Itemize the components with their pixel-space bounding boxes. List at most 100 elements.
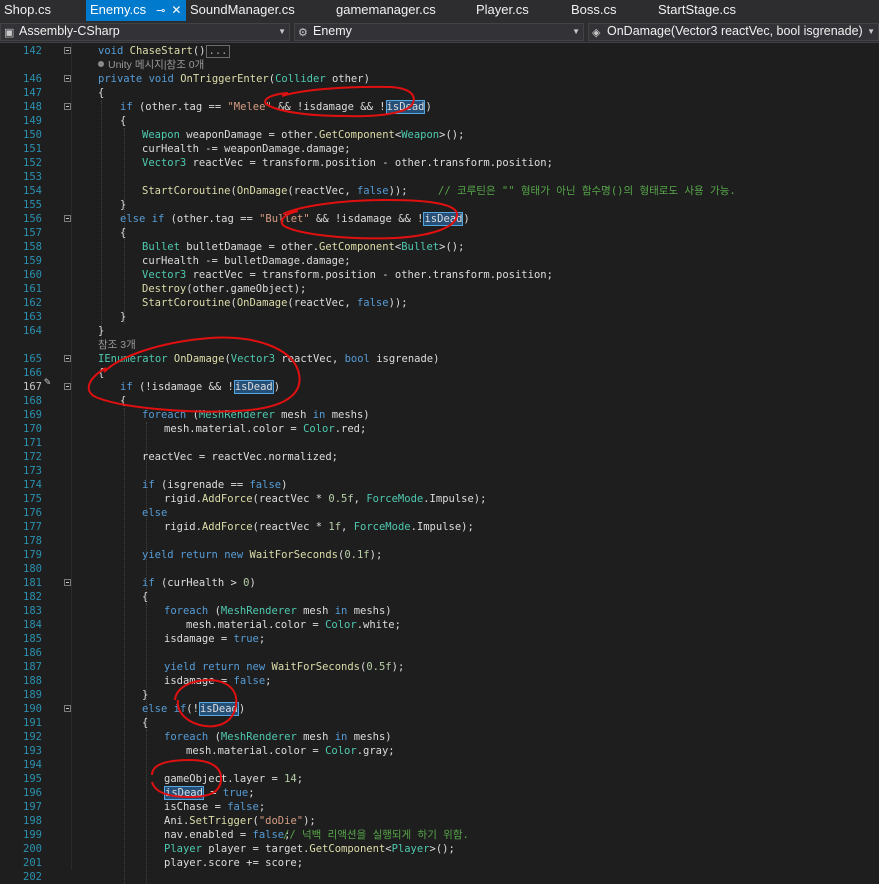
collapsed-region-ellipsis[interactable]: ...	[205, 45, 231, 58]
code-line[interactable]: isChase = false;	[164, 800, 265, 814]
code-line[interactable]: isdamage = true;	[164, 632, 265, 646]
code-line[interactable]: foreach (MeshRenderer mesh in meshs)	[164, 730, 392, 744]
code-line[interactable]: gameObject.layer = 14;	[164, 772, 303, 786]
code-line[interactable]: foreach (MeshRenderer mesh in meshs)	[142, 408, 370, 422]
collapse-toggle-icon[interactable]	[64, 355, 71, 362]
chevron-down-icon: ▼	[867, 27, 875, 36]
code-line[interactable]: Vector3 reactVec = transform.position - …	[142, 268, 553, 282]
code-line[interactable]: yield return new WaitForSeconds(0.5f);	[164, 660, 404, 674]
code-line[interactable]: curHealth -= bulletDamage.damage;	[142, 254, 351, 268]
code-line[interactable]: else	[142, 506, 167, 520]
code-line[interactable]: Weapon weaponDamage = other.GetComponent…	[142, 128, 464, 142]
collapse-toggle-icon[interactable]	[64, 579, 71, 586]
code-line[interactable]: Vector3 reactVec = transform.position - …	[142, 156, 553, 170]
member-dropdown[interactable]: ◈ OnDamage(Vector3 reactVec, bool isgren…	[588, 23, 879, 41]
code-line[interactable]: {	[120, 226, 126, 240]
edit-pencil-icon[interactable]: ✎	[44, 375, 51, 388]
line-number: 142	[23, 45, 42, 57]
collapse-toggle-icon[interactable]	[64, 215, 71, 222]
code-line[interactable]: Destroy(other.gameObject);	[142, 282, 306, 296]
code-line[interactable]: isDead = true;	[164, 786, 255, 800]
method-icon: ◈	[592, 27, 601, 39]
code-line[interactable]: {	[120, 114, 126, 128]
indent-guide	[124, 408, 125, 884]
line-number: 148	[23, 101, 42, 113]
code-line[interactable]: IEnumerator OnDamage(Vector3 reactVec, b…	[98, 352, 439, 366]
code-line[interactable]: isdamage = false;	[164, 674, 271, 688]
code-line[interactable]: curHealth -= weaponDamage.damage;	[142, 142, 351, 156]
line-number: 176	[23, 507, 42, 519]
code-line[interactable]: else if(!isDead)	[142, 702, 245, 716]
tab-gamemanager[interactable]: gamemanager.cs	[332, 0, 452, 21]
code-line[interactable]: nav.enabled = false;	[164, 828, 290, 842]
code-line[interactable]: rigid.AddForce(reactVec * 0.5f, ForceMod…	[164, 492, 486, 506]
code-line[interactable]: Ani.SetTrigger("doDie");	[164, 814, 316, 828]
line-number: 152	[23, 157, 42, 169]
tab-shop[interactable]: Shop.cs	[0, 0, 86, 21]
tab-player[interactable]: Player.cs	[472, 0, 552, 21]
collapse-toggle-icon[interactable]	[64, 47, 71, 54]
tab-startstage[interactable]: StartStage.cs	[654, 0, 764, 21]
line-number: 179	[23, 549, 42, 561]
code-line[interactable]: Bullet bulletDamage = other.GetComponent…	[142, 240, 464, 254]
code-line[interactable]: private void OnTriggerEnter(Collider oth…	[98, 72, 370, 86]
class-dropdown[interactable]: ⚙ Enemy ▼	[294, 23, 584, 41]
pin-icon[interactable]: ⊸	[156, 5, 165, 17]
code-line[interactable]: }	[120, 310, 126, 324]
project-name: Assembly-CSharp	[19, 24, 120, 38]
outlining-margin	[71, 43, 72, 870]
line-number: 192	[23, 731, 42, 743]
code-line[interactable]: Player player = target.GetComponent<Play…	[164, 842, 455, 856]
code-line[interactable]: StartCoroutine(OnDamage(reactVec, false)…	[142, 296, 408, 310]
code-line[interactable]: }	[120, 198, 126, 212]
code-line[interactable]: if (other.tag == "Melee" && !isdamage &&…	[120, 100, 432, 114]
line-number: 197	[23, 801, 42, 813]
line-number: 185	[23, 633, 42, 645]
code-line[interactable]: reactVec = reactVec.normalized;	[142, 450, 338, 464]
code-line[interactable]: void ChaseStart()...	[98, 44, 231, 58]
tab-soundmanager[interactable]: SoundManager.cs	[186, 0, 326, 21]
codelens-references[interactable]: Unity 메시지|참조 0개	[98, 58, 204, 72]
code-line[interactable]: {	[98, 366, 104, 380]
code-line[interactable]: player.score += score;	[164, 856, 303, 870]
code-line[interactable]: StartCoroutine(OnDamage(reactVec, false)…	[142, 184, 408, 198]
code-line[interactable]: {	[142, 716, 148, 730]
code-line[interactable]: rigid.AddForce(reactVec * 1f, ForceMode.…	[164, 520, 474, 534]
collapse-toggle-icon[interactable]	[64, 75, 71, 82]
document-tab-bar: Shop.cs Enemy.cs ⊸ ✕ SoundManager.cs gamem…	[0, 0, 879, 21]
code-editor[interactable]: ✎ 142 void ChaseStart()... 146 private void…	[0, 43, 879, 884]
code-line[interactable]: mesh.material.color = Color.gray;	[186, 744, 395, 758]
code-line[interactable]: else if (other.tag == "Bullet" && !isdam…	[120, 212, 470, 226]
code-line[interactable]: {	[98, 86, 104, 100]
code-line[interactable]: mesh.material.color = Color.red;	[164, 422, 366, 436]
project-dropdown[interactable]: ▣ Assembly-CSharp ▼	[0, 23, 290, 41]
code-line[interactable]: if (curHealth > 0)	[142, 576, 256, 590]
code-line[interactable]: foreach (MeshRenderer mesh in meshs)	[164, 604, 392, 618]
code-line[interactable]: }	[98, 324, 104, 338]
tab-enemy[interactable]: Enemy.cs ⊸ ✕	[86, 0, 186, 21]
code-line[interactable]: mesh.material.color = Color.white;	[186, 618, 401, 632]
code-line[interactable]: {	[142, 590, 148, 604]
chevron-down-icon: ▼	[572, 27, 580, 36]
line-number: 157	[23, 227, 42, 239]
line-number: 168	[23, 395, 42, 407]
tab-boss[interactable]: Boss.cs	[567, 0, 637, 21]
close-icon[interactable]: ✕	[171, 3, 181, 17]
collapse-toggle-icon[interactable]	[64, 103, 71, 110]
code-line[interactable]: if (!isdamage && !isDead)	[120, 380, 280, 394]
line-number: 182	[23, 591, 42, 603]
code-line[interactable]: {	[120, 394, 126, 408]
line-number: 153	[23, 171, 42, 183]
indent-guide	[146, 730, 147, 884]
line-number: 166	[23, 367, 42, 379]
line-number: 175	[23, 493, 42, 505]
tab-label: Shop.cs	[4, 2, 51, 17]
code-line[interactable]: yield return new WaitForSeconds(0.1f);	[142, 548, 382, 562]
collapse-toggle-icon[interactable]	[64, 383, 71, 390]
codelens-references[interactable]: 참조 3개	[98, 338, 136, 352]
code-line[interactable]: }	[142, 688, 148, 702]
line-number: 195	[23, 773, 42, 785]
line-number: 169	[23, 409, 42, 421]
collapse-toggle-icon[interactable]	[64, 705, 71, 712]
code-line[interactable]: if (isgrenade == false)	[142, 478, 287, 492]
